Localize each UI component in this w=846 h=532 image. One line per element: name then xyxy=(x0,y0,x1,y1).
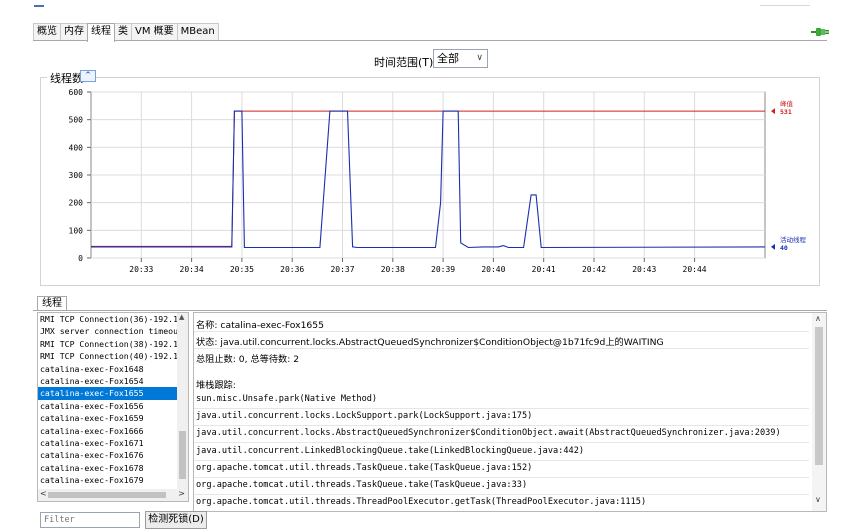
thread-list-vscrollbar[interactable]: ▲ xyxy=(177,313,188,489)
tab-overview[interactable]: 概览 xyxy=(33,23,61,41)
y-tick-label: 400 xyxy=(69,143,84,152)
thread-blocked-counts: 总阻止数: 0, 总等待数: 2 xyxy=(196,354,300,365)
series-name-label: 活动线程 xyxy=(780,235,807,244)
thread-list-item[interactable]: catalina-exec-Fox1671 xyxy=(38,437,178,449)
y-tick-label: 500 xyxy=(69,116,84,125)
window-accent xyxy=(34,5,44,7)
series-marker-arrow xyxy=(771,108,775,115)
row-separator xyxy=(194,459,809,461)
row-separator xyxy=(194,348,809,349)
x-tick-label: 20:40 xyxy=(481,265,505,274)
row-separator xyxy=(194,511,809,512)
stack-frame: org.apache.tomcat.util.threads.TaskQueue… xyxy=(196,480,528,490)
scroll-up-icon[interactable]: ▲ xyxy=(179,313,184,321)
thread-filter-input[interactable] xyxy=(40,512,140,528)
window-accent-right xyxy=(760,5,810,6)
y-tick-label: 200 xyxy=(69,199,84,208)
thread-list-item[interactable]: catalina-exec-Fox1666 xyxy=(38,425,178,437)
stack-frame: sun.misc.Unsafe.park(Native Method) xyxy=(196,394,378,404)
row-separator xyxy=(194,476,809,478)
thread-details: 名称: catalina-exec-Fox1655 状态: java.util.… xyxy=(193,312,827,512)
thread-list[interactable]: RMI TCP Connection(36)-192.168 JMX server… xyxy=(37,312,189,502)
thread-list-item[interactable]: catalina-exec-Fox1655 xyxy=(38,387,178,400)
scroll-down-icon[interactable]: ∨ xyxy=(815,495,821,504)
stack-frame: java.util.concurrent.locks.LockSupport.p… xyxy=(196,411,533,422)
stack-trace-header: 堆栈跟踪: xyxy=(196,380,236,391)
time-range-value: 全部 xyxy=(437,52,459,65)
stack-frame: org.apache.tomcat.util.threads.ThreadPoo… xyxy=(196,497,647,508)
x-tick-label: 20:39 xyxy=(431,265,455,274)
y-tick-label: 100 xyxy=(69,226,84,235)
thread-name: 名称: catalina-exec-Fox1655 xyxy=(196,320,324,331)
thread-list-item[interactable]: catalina-exec-Fox1648 xyxy=(38,363,178,375)
x-tick-label: 20:41 xyxy=(532,265,556,274)
series-name-label: 峰值 xyxy=(780,99,794,108)
row-separator xyxy=(194,331,809,332)
thread-list-item[interactable]: RMI TCP Connection(36)-192.168 xyxy=(38,313,178,325)
row-separator xyxy=(194,408,809,409)
tab-mbean[interactable]: MBean xyxy=(176,23,219,41)
x-tick-label: 20:42 xyxy=(582,265,606,274)
detect-deadlock-button[interactable]: 检测死锁(D) xyxy=(145,511,207,529)
thread-list-item[interactable]: JMX server connection timeout xyxy=(38,325,178,337)
scroll-thumb[interactable] xyxy=(815,327,823,465)
thread-list-item[interactable]: catalina-exec-Fox1656 xyxy=(38,400,178,412)
tab-classes[interactable]: 类 xyxy=(114,23,132,41)
time-range-label: 时间范围(T): xyxy=(374,56,438,69)
tab-threads[interactable]: 线程 xyxy=(87,23,115,42)
thread-list-item[interactable]: catalina-exec-Fox1654 xyxy=(38,375,178,387)
series-value-label: 40 xyxy=(780,244,788,252)
x-tick-label: 20:34 xyxy=(180,265,204,274)
scroll-thumb[interactable] xyxy=(179,431,186,479)
x-tick-label: 20:35 xyxy=(230,265,254,274)
thread-list-item[interactable]: catalina-exec-Fox1676 xyxy=(38,449,178,461)
x-tick-label: 20:33 xyxy=(129,265,153,274)
details-vscrollbar[interactable]: ∧ ∨ xyxy=(812,313,826,511)
scroll-left-icon[interactable]: < xyxy=(40,489,47,498)
chevron-down-icon: ∨ xyxy=(476,53,483,63)
tab-vm-summary[interactable]: VM 概要 xyxy=(131,23,178,41)
x-tick-label: 20:43 xyxy=(632,265,656,274)
thread-list-item[interactable]: catalina-exec-Fox1678 xyxy=(38,462,178,474)
scroll-up-icon[interactable]: ∧ xyxy=(815,314,821,323)
top-strip xyxy=(0,0,846,22)
main-tabs: 概览 内存 线程 类 VM 概要 MBean xyxy=(33,23,219,42)
tabs-baseline xyxy=(33,40,827,41)
thread-list-item[interactable]: RMI TCP Connection(38)-192.168 xyxy=(38,338,178,350)
y-tick-label: 300 xyxy=(69,171,84,180)
x-tick-label: 20:38 xyxy=(381,265,405,274)
series-marker-arrow xyxy=(771,243,775,250)
row-separator xyxy=(194,494,809,495)
x-tick-label: 20:44 xyxy=(683,265,707,274)
thread-count-chart: 0 100 200 300 400 500 600 20:33 20:34 20:35 20:36 2… xyxy=(69,88,807,274)
thread-list-items: RMI TCP Connection(36)-192.168 JMX server… xyxy=(38,313,188,486)
scroll-right-icon[interactable]: > xyxy=(178,489,185,498)
time-range-select[interactable]: 全部 ∨ xyxy=(433,49,488,68)
series-value-label: 531 xyxy=(780,108,792,116)
thread-state: 状态: java.util.concurrent.locks.AbstractQ… xyxy=(196,337,664,348)
thread-list-item[interactable]: RMI TCP Connection(40)-192.168 xyxy=(38,350,178,362)
x-tick-label: 20:37 xyxy=(330,265,354,274)
thread-list-item[interactable]: catalina-exec-Fox1679 xyxy=(38,474,178,486)
stack-frame: org.apache.tomcat.util.threads.TaskQueue… xyxy=(196,462,533,473)
stack-frame: java.util.concurrent.locks.AbstractQueue… xyxy=(196,428,781,439)
scroll-thumb[interactable] xyxy=(48,492,166,498)
tab-memory[interactable]: 内存 xyxy=(60,23,88,41)
y-tick-label: 600 xyxy=(69,88,84,97)
stack-frame: java.util.concurrent.LinkedBlockingQueue… xyxy=(196,445,585,456)
threads-baseline xyxy=(33,310,827,311)
tab-thread-list[interactable]: 线程 xyxy=(37,296,67,311)
thread-list-item[interactable]: catalina-exec-Fox1659 xyxy=(38,412,178,424)
connection-plug-icon xyxy=(811,28,829,36)
row-separator xyxy=(194,425,809,427)
x-tick-label: 20:36 xyxy=(280,265,304,274)
row-separator xyxy=(194,442,809,444)
thread-list-hscrollbar[interactable]: < > xyxy=(38,489,188,501)
y-tick-label: 0 xyxy=(78,254,83,263)
